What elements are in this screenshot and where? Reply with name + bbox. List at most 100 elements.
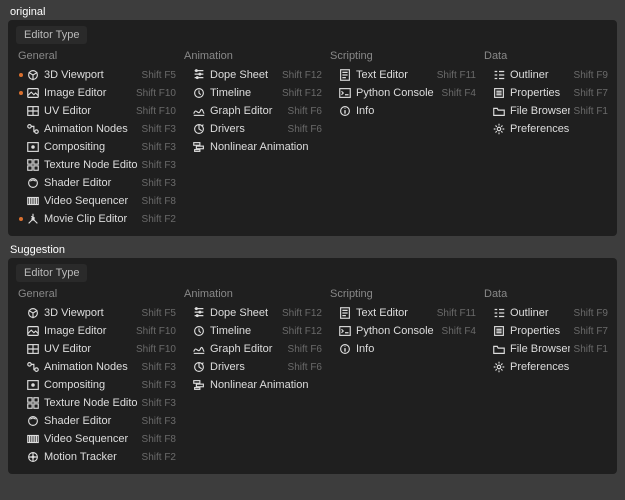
editor-item-label: Texture Node Editor	[44, 159, 138, 171]
editor-item-shortcut: Shift F7	[574, 326, 608, 337]
panel-header-suggestion: Editor Type	[16, 264, 87, 282]
column-header-general: General	[16, 284, 180, 304]
preferences-icon	[492, 360, 506, 374]
column-header-animation: Animation	[182, 284, 326, 304]
panel-suggestion: Editor Type General3D ViewportShift F5Im…	[8, 258, 617, 474]
section-label-suggestion: Suggestion	[8, 244, 617, 256]
info-icon	[338, 342, 352, 356]
editor-item-shortcut: Shift F4	[442, 326, 476, 337]
editor-item-shortcut: Shift F2	[142, 214, 176, 225]
editor-item-general-8[interactable]: Movie Clip EditorShift F2	[16, 210, 180, 228]
editor-item-shortcut: Shift F11	[437, 70, 476, 81]
panel-original: Editor Type General3D ViewportShift F5Im…	[8, 20, 617, 236]
column-general: General3D ViewportShift F5Image EditorSh…	[16, 284, 180, 466]
editor-item-shortcut: Shift F3	[142, 362, 176, 373]
compositor-icon	[26, 140, 40, 154]
editor-item-label: Graph Editor	[210, 105, 284, 117]
editor-item-scripting-0[interactable]: Text Editor Shift F11	[328, 66, 480, 84]
editor-item-shortcut: Shift F11	[437, 308, 476, 319]
editor-item-general-2[interactable]: UV EditorShift F10	[16, 340, 180, 358]
editor-item-animation-3[interactable]: DriversShift F6	[182, 358, 326, 376]
editor-item-general-5[interactable]: Texture Node EditorShift F3	[16, 394, 180, 412]
editor-item-scripting-2[interactable]: Info	[328, 340, 480, 358]
editor-item-general-0[interactable]: 3D ViewportShift F5	[16, 304, 180, 322]
editor-item-label: Nonlinear Animation	[210, 379, 326, 391]
editor-item-label: Motion Tracker	[44, 451, 138, 463]
column-data: DataOutlinerShift F9PropertiesShift F7Fi…	[482, 284, 612, 466]
editor-item-shortcut: Shift F7	[574, 88, 608, 99]
editor-item-label: Dope Sheet	[210, 307, 278, 319]
editor-item-shortcut: Shift F6	[288, 344, 322, 355]
editor-item-general-6[interactable]: Shader EditorShift F3	[16, 174, 180, 192]
column-header-scripting: Scripting	[328, 46, 480, 66]
dopesheet-icon	[192, 68, 206, 82]
editor-item-general-8[interactable]: Motion TrackerShift F2	[16, 448, 180, 466]
editor-item-data-1[interactable]: PropertiesShift F7	[482, 84, 612, 102]
timeline-icon	[192, 86, 206, 100]
preferences-icon	[492, 122, 506, 136]
editor-item-shortcut: Shift F4	[442, 88, 476, 99]
editor-item-data-1[interactable]: PropertiesShift F7	[482, 322, 612, 340]
editor-item-shortcut: Shift F12	[282, 326, 322, 337]
editor-item-data-0[interactable]: Outliner Shift F9	[482, 66, 612, 84]
column-general: General3D ViewportShift F5Image EditorSh…	[16, 46, 180, 228]
editor-item-shortcut: Shift F12	[282, 88, 322, 99]
editor-item-data-2[interactable]: File Browser Shift F1	[482, 102, 612, 120]
editor-item-label: Text Editor	[356, 69, 433, 81]
editor-item-general-5[interactable]: Texture Node EditorShift F3	[16, 156, 180, 174]
editor-item-data-2[interactable]: File BrowserShift F1	[482, 340, 612, 358]
editor-item-shortcut: Shift F3	[142, 380, 176, 391]
graph-icon	[192, 342, 206, 356]
columns-original: General3D ViewportShift F5Image EditorSh…	[16, 46, 609, 228]
editor-item-shortcut: Shift F1	[574, 106, 608, 117]
uv-icon	[26, 342, 40, 356]
editor-item-general-7[interactable]: Video SequencerShift F8	[16, 192, 180, 210]
editor-item-data-0[interactable]: OutlinerShift F9	[482, 304, 612, 322]
editor-item-scripting-1[interactable]: Python ConsoleShift F4	[328, 322, 480, 340]
editor-item-data-3[interactable]: Preferences	[482, 120, 612, 138]
editor-item-scripting-2[interactable]: Info	[328, 102, 480, 120]
editor-item-general-3[interactable]: Animation NodesShift F3	[16, 358, 180, 376]
editor-item-animation-0[interactable]: Dope SheetShift F12	[182, 304, 326, 322]
editor-item-animation-1[interactable]: Timeline Shift F12	[182, 322, 326, 340]
editor-item-label: 3D Viewport	[44, 69, 138, 81]
editor-item-animation-3[interactable]: DriversShift F6	[182, 120, 326, 138]
editor-item-scripting-1[interactable]: Python ConsoleShift F4	[328, 84, 480, 102]
editor-item-general-1[interactable]: Image EditorShift F10	[16, 322, 180, 340]
editor-item-animation-0[interactable]: Dope SheetShift F12	[182, 66, 326, 84]
shader-icon	[26, 176, 40, 190]
column-header-data: Data	[482, 46, 612, 66]
editor-item-general-4[interactable]: CompositingShift F3	[16, 138, 180, 156]
editor-item-shortcut: Shift F3	[142, 178, 176, 189]
editor-item-animation-4[interactable]: Nonlinear Animation	[182, 138, 326, 156]
drivers-icon	[192, 360, 206, 374]
texture-nodes-icon	[26, 158, 40, 172]
editor-item-general-4[interactable]: CompositingShift F3	[16, 376, 180, 394]
editor-item-animation-2[interactable]: Graph EditorShift F6	[182, 340, 326, 358]
properties-icon	[492, 324, 506, 338]
editor-item-animation-2[interactable]: Graph EditorShift F6	[182, 102, 326, 120]
editor-item-general-7[interactable]: Video SequencerShift F8	[16, 430, 180, 448]
editor-item-label: Outliner	[510, 69, 570, 81]
editor-item-general-3[interactable]: Animation NodesShift F3	[16, 120, 180, 138]
editor-item-general-6[interactable]: Shader EditorShift F3	[16, 412, 180, 430]
editor-item-scripting-0[interactable]: Text EditorShift F11	[328, 304, 480, 322]
editor-item-label: File Browser	[510, 105, 570, 117]
console-icon	[338, 86, 352, 100]
editor-item-general-1[interactable]: Image EditorShift F10	[16, 84, 180, 102]
editor-item-data-3[interactable]: Preferences	[482, 358, 612, 376]
editor-item-label: UV Editor	[44, 343, 132, 355]
column-animation: AnimationDope SheetShift F12TimelineShif…	[182, 46, 326, 228]
editor-item-label: Compositing	[44, 141, 138, 153]
editor-item-general-2[interactable]: UV EditorShift F10	[16, 102, 180, 120]
change-dot-slot	[16, 217, 26, 221]
editor-item-label: Drivers	[210, 123, 284, 135]
editor-item-shortcut: Shift F6	[288, 362, 322, 373]
editor-item-general-0[interactable]: 3D ViewportShift F5	[16, 66, 180, 84]
editor-item-shortcut: Shift F9	[574, 70, 608, 81]
panel-header-original: Editor Type	[16, 26, 87, 44]
editor-item-animation-4[interactable]: Nonlinear Animation	[182, 376, 326, 394]
editor-item-animation-1[interactable]: TimelineShift F12	[182, 84, 326, 102]
editor-item-label: Timeline	[210, 325, 278, 337]
column-header-animation: Animation	[182, 46, 326, 66]
